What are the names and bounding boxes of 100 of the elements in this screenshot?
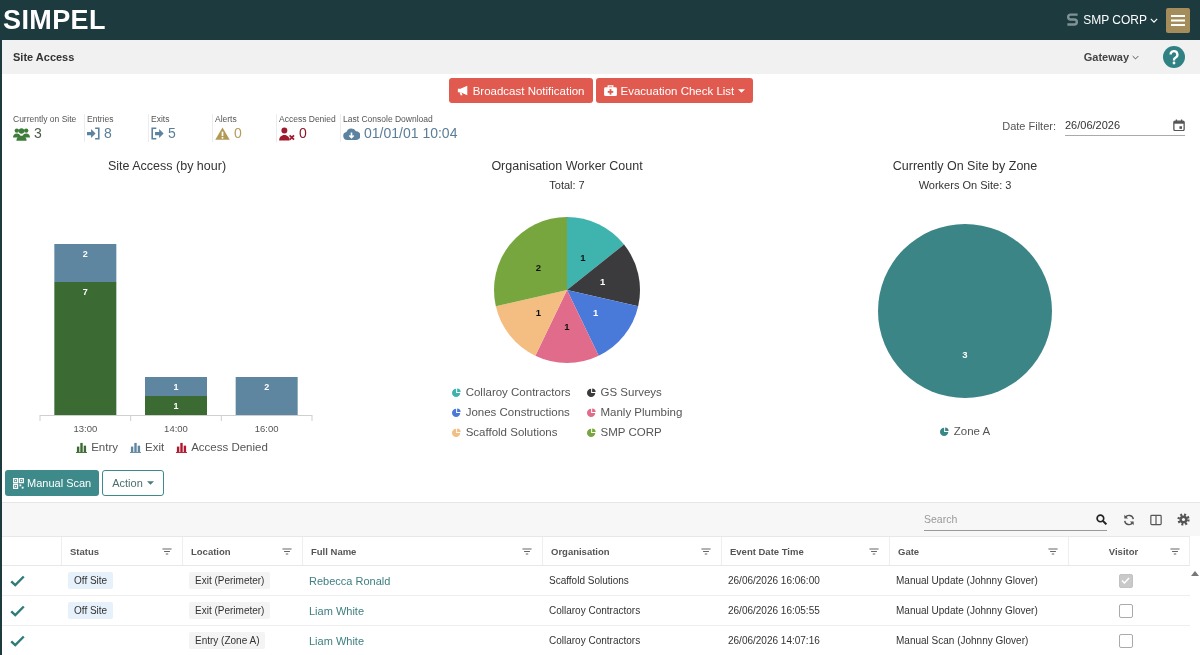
column-header[interactable]: Status [61, 537, 182, 565]
help-icon[interactable] [1163, 46, 1185, 68]
chart-subtitle: Total: 7 [549, 178, 585, 192]
data-label: 2 [82, 249, 88, 259]
data-label: 1 [564, 321, 570, 332]
megaphone-icon [456, 85, 469, 96]
menu-button[interactable] [1166, 7, 1190, 33]
legend-label[interactable]: Manly Plumbing [600, 402, 683, 422]
location-badge: Exit (Perimeter) [189, 602, 271, 619]
visitor-checkbox[interactable] [1118, 573, 1133, 588]
cloud-download-icon [343, 126, 360, 141]
event-time-text: 26/06/2026 14:07:16 [728, 635, 820, 646]
legend-label[interactable]: Zone A [953, 421, 991, 441]
pie-chart-icon [451, 407, 461, 417]
filter-icon[interactable] [282, 547, 292, 555]
legend-label[interactable]: Entry [91, 440, 118, 455]
date-filter-label: Date Filter: [1002, 119, 1056, 132]
filter-icon[interactable] [869, 547, 879, 555]
column-header[interactable]: Gate [889, 537, 1068, 565]
visitor-checkbox[interactable] [1118, 633, 1133, 648]
filter-icon[interactable] [701, 547, 711, 555]
axis-label: 13:00 [73, 423, 98, 434]
pie-chart-icon [586, 427, 596, 437]
filter-icon[interactable] [162, 547, 172, 555]
tick-icon [1121, 577, 1130, 584]
gate-text: Manual Update (Johnny Glover) [896, 605, 1038, 616]
menu-icon [1171, 14, 1185, 26]
chevron-down-icon [1150, 17, 1158, 23]
legend-label[interactable]: Collaroy Contractors [465, 382, 571, 402]
stat-value: 5 [168, 125, 176, 142]
action-dropdown-button[interactable]: Action [102, 470, 164, 496]
column-header[interactable]: Visitor [1068, 537, 1190, 565]
stat-value: 0 [299, 125, 307, 142]
broadcast-notification-button[interactable]: Broadcast Notification [448, 78, 593, 103]
gateway-menu[interactable]: Gateway [1083, 51, 1139, 63]
pie-chart-icon [586, 387, 596, 397]
chart-title: Organisation Worker Count [491, 158, 643, 174]
organisation-text: Collaroy Contractors [549, 635, 641, 646]
logo[interactable]: SIMPEL [3, 6, 106, 34]
axis-label: 14:00 [164, 423, 188, 434]
sign-in-icon [87, 127, 100, 140]
evacuation-checklist-button[interactable]: Evacuation Check List [595, 78, 754, 103]
users-icon [13, 126, 30, 141]
sign-out-icon [151, 127, 164, 140]
axis-label: 16:00 [254, 423, 279, 434]
chart-title: Currently On Site by Zone [892, 158, 1038, 174]
legend-label[interactable]: SMP CORP [600, 422, 662, 442]
bar-chart-icon [176, 442, 188, 453]
stat-label: Exits [151, 114, 171, 125]
legend-label[interactable]: GS Surveys [600, 382, 662, 402]
data-label: 3 [962, 349, 968, 360]
chart-subtitle: Workers On Site: 3 [918, 178, 1012, 192]
gate-text: Manual Scan (Johnny Glover) [896, 635, 1029, 646]
person-name-link[interactable]: Rebecca Ronald [309, 574, 391, 587]
chart-title: Site Access (by hour) [107, 158, 227, 174]
data-label: 7 [82, 287, 88, 297]
pie-chart-icon [586, 407, 596, 417]
person-name-link[interactable]: Liam White [309, 604, 365, 617]
manual-scan-button[interactable]: Manual Scan [5, 470, 100, 496]
column-header[interactable]: Location [182, 537, 302, 565]
refresh-icon[interactable] [1123, 513, 1135, 526]
bar-chart-icon [129, 442, 141, 453]
data-label: 2 [264, 382, 270, 392]
scroll-up-arrow-icon[interactable] [1191, 571, 1199, 576]
stat-value: 01/01/01 10:04 [364, 125, 458, 142]
status-badge: Off Site [68, 572, 114, 589]
legend-label[interactable]: Jones Constructions [465, 402, 570, 422]
data-label: 1 [599, 276, 606, 288]
pie-chart-icon [451, 387, 461, 397]
person-name-link[interactable]: Liam White [309, 634, 365, 647]
data-label: 1 [580, 251, 586, 263]
stat-label: Alerts [215, 114, 238, 125]
column-header[interactable]: Event Date Time [721, 537, 889, 565]
stat-label: Entries [87, 114, 115, 125]
filter-icon[interactable] [1048, 547, 1058, 555]
column-header[interactable]: Full Name [302, 537, 542, 565]
legend-label[interactable]: Access Denied [191, 440, 268, 455]
organisation-text: Collaroy Contractors [549, 605, 641, 616]
qr-code-icon [13, 477, 24, 489]
columns-icon[interactable] [1150, 513, 1162, 526]
data-label: 1 [535, 307, 542, 319]
location-badge: Entry (Zone A) [189, 632, 266, 649]
event-time-text: 26/06/2026 16:05:55 [728, 605, 820, 616]
status-badge: Off Site [68, 602, 114, 619]
medkit-icon [603, 85, 617, 96]
user-x-icon [279, 126, 295, 141]
warning-icon [215, 127, 230, 140]
settings-icon[interactable] [1177, 513, 1190, 526]
stat-value: 3 [34, 125, 42, 142]
legend-label[interactable]: Exit [144, 440, 165, 455]
date-field[interactable]: 26/06/2026 [1065, 115, 1185, 136]
stat-label: Access Denied [279, 114, 337, 125]
column-header[interactable]: Organisation [542, 537, 721, 565]
visitor-checkbox[interactable] [1118, 603, 1133, 618]
company-menu[interactable]: SMP CORP [1066, 12, 1158, 28]
legend-label[interactable]: Scaffold Solutions [465, 422, 558, 442]
chevron-down-icon [1132, 54, 1139, 60]
filter-icon[interactable] [522, 547, 532, 555]
data-label: 1 [173, 382, 179, 392]
filter-icon[interactable] [1170, 547, 1180, 555]
